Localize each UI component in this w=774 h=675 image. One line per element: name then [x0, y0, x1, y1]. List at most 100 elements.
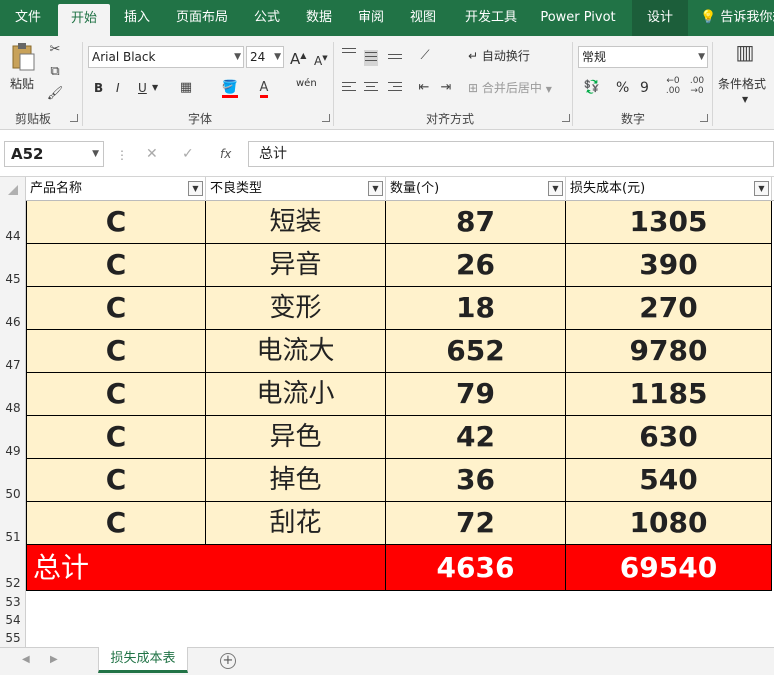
column-header-product[interactable]: 产品名称: [26, 177, 206, 201]
column-header-loss-cost[interactable]: 损失成本(元): [566, 177, 772, 201]
column-header-defect-type[interactable]: 不良类型: [206, 177, 386, 201]
tab-formulas[interactable]: 公式: [244, 0, 290, 36]
row-number[interactable]: 48: [0, 401, 26, 415]
table-cell-quantity[interactable]: 26: [386, 244, 566, 287]
table-cell-product[interactable]: C: [26, 244, 206, 287]
orientation-icon[interactable]: ⟋: [414, 46, 436, 66]
currency-icon[interactable]: 💱: [580, 78, 604, 98]
row-number[interactable]: 50: [0, 487, 26, 501]
enter-icon[interactable]: ✓: [182, 144, 194, 164]
tab-data[interactable]: 数据: [296, 0, 342, 36]
row-number[interactable]: 45: [0, 272, 26, 286]
font-color-icon[interactable]: A: [254, 78, 274, 98]
tab-view[interactable]: 视图: [400, 0, 446, 36]
table-cell-loss-cost[interactable]: 9780: [566, 330, 772, 373]
table-cell-loss-cost[interactable]: 540: [566, 459, 772, 502]
table-cell-defect-type[interactable]: 电流小: [206, 373, 386, 416]
table-cell-defect-type[interactable]: 刮花: [206, 502, 386, 545]
table-cell-defect-type[interactable]: 短装: [206, 201, 386, 244]
align-left-icon[interactable]: [342, 82, 356, 94]
chevron-down-icon[interactable]: ▼: [152, 78, 158, 98]
table-cell-loss-cost[interactable]: 1185: [566, 373, 772, 416]
tab-file[interactable]: 文件: [0, 0, 56, 36]
table-cell-loss-cost[interactable]: 630: [566, 416, 772, 459]
decrease-decimal-icon[interactable]: .00 →0: [688, 76, 706, 96]
insert-function-icon[interactable]: fx: [220, 144, 231, 164]
table-cell-defect-type[interactable]: 变形: [206, 287, 386, 330]
filter-dropdown-icon[interactable]: ▼: [548, 181, 563, 196]
tab-insert[interactable]: 插入: [114, 0, 160, 36]
underline-button[interactable]: U: [138, 78, 147, 98]
cut-icon[interactable]: ✂: [46, 40, 64, 60]
table-cell-loss-cost[interactable]: 270: [566, 287, 772, 330]
borders-icon[interactable]: ▦: [176, 78, 196, 98]
tab-home[interactable]: 开始: [58, 4, 110, 36]
table-cell-quantity[interactable]: 87: [386, 201, 566, 244]
row-number[interactable]: 51: [0, 530, 26, 544]
cancel-icon[interactable]: ✕: [146, 144, 158, 164]
comma-button[interactable]: 9: [640, 78, 649, 98]
table-cell-product[interactable]: C: [26, 201, 206, 244]
table-cell-defect-type[interactable]: 异色: [206, 416, 386, 459]
italic-button[interactable]: I: [116, 78, 120, 98]
table-cell-loss-cost[interactable]: 390: [566, 244, 772, 287]
row-number[interactable]: 46: [0, 315, 26, 329]
increase-decimal-icon[interactable]: ←0.00: [664, 76, 682, 96]
row-number[interactable]: 55: [0, 631, 26, 645]
table-cell-quantity[interactable]: 652: [386, 330, 566, 373]
align-center-icon[interactable]: [364, 82, 378, 94]
font-size-combo[interactable]: 24 ▼: [246, 46, 284, 68]
align-bottom-icon[interactable]: [388, 54, 402, 62]
sheet-tab-loss-cost[interactable]: 损失成本表: [98, 647, 188, 673]
table-cell-quantity[interactable]: 18: [386, 287, 566, 330]
table-cell-quantity[interactable]: 72: [386, 502, 566, 545]
tab-review[interactable]: 审阅: [348, 0, 394, 36]
formula-input[interactable]: 总计: [248, 141, 774, 167]
table-cell-product[interactable]: C: [26, 287, 206, 330]
filter-dropdown-icon[interactable]: ▼: [188, 181, 203, 196]
decrease-indent-icon[interactable]: ⇤: [414, 78, 434, 98]
percent-button[interactable]: %: [616, 78, 629, 98]
font-name-combo[interactable]: Arial Black ▼: [88, 46, 244, 68]
row-number[interactable]: 54: [0, 613, 26, 627]
table-cell-defect-type[interactable]: 掉色: [206, 459, 386, 502]
table-cell-defect-type[interactable]: 异音: [206, 244, 386, 287]
total-quantity-cell[interactable]: 4636: [386, 545, 566, 591]
filter-dropdown-icon[interactable]: ▼: [368, 181, 383, 196]
total-cost-cell[interactable]: 69540: [566, 545, 772, 591]
number-format-combo[interactable]: 常规 ▼: [578, 46, 708, 68]
table-cell-product[interactable]: C: [26, 459, 206, 502]
tell-me-search[interactable]: 💡 告诉我你想: [700, 0, 774, 36]
row-number[interactable]: 49: [0, 444, 26, 458]
alignment-launcher[interactable]: [562, 114, 570, 122]
table-cell-product[interactable]: C: [26, 330, 206, 373]
tab-developer[interactable]: 开发工具: [456, 0, 526, 36]
clipboard-launcher[interactable]: [70, 114, 78, 122]
table-cell-defect-type[interactable]: 电流大: [206, 330, 386, 373]
column-header-quantity[interactable]: 数量(个): [386, 177, 566, 201]
tab-power-pivot[interactable]: Power Pivot: [532, 0, 624, 36]
scroll-right-icon[interactable]: ▶: [50, 654, 58, 665]
scroll-left-icon[interactable]: ◀: [22, 654, 30, 665]
table-cell-quantity[interactable]: 42: [386, 416, 566, 459]
table-cell-product[interactable]: C: [26, 416, 206, 459]
align-middle-icon[interactable]: [364, 50, 378, 66]
row-number[interactable]: 53: [0, 595, 26, 609]
increase-indent-icon[interactable]: ⇥: [436, 78, 456, 98]
fill-color-icon[interactable]: 🪣: [220, 78, 240, 98]
total-label-cell[interactable]: 总计: [26, 545, 386, 591]
row-number[interactable]: 52: [0, 576, 26, 590]
row-number[interactable]: 47: [0, 358, 26, 372]
table-cell-product[interactable]: C: [26, 373, 206, 416]
name-box[interactable]: A52 ▼: [4, 141, 104, 167]
table-cell-quantity[interactable]: 79: [386, 373, 566, 416]
tab-design[interactable]: 设计: [632, 0, 688, 36]
shrink-font-button[interactable]: A▼: [314, 48, 328, 71]
grow-font-button[interactable]: A▲: [290, 46, 306, 69]
row-number[interactable]: 44: [0, 229, 26, 243]
select-all-corner[interactable]: [8, 185, 18, 195]
align-right-icon[interactable]: [388, 82, 402, 94]
font-launcher[interactable]: [322, 114, 330, 122]
copy-icon[interactable]: ⧉: [46, 62, 64, 82]
number-launcher[interactable]: [700, 114, 708, 122]
